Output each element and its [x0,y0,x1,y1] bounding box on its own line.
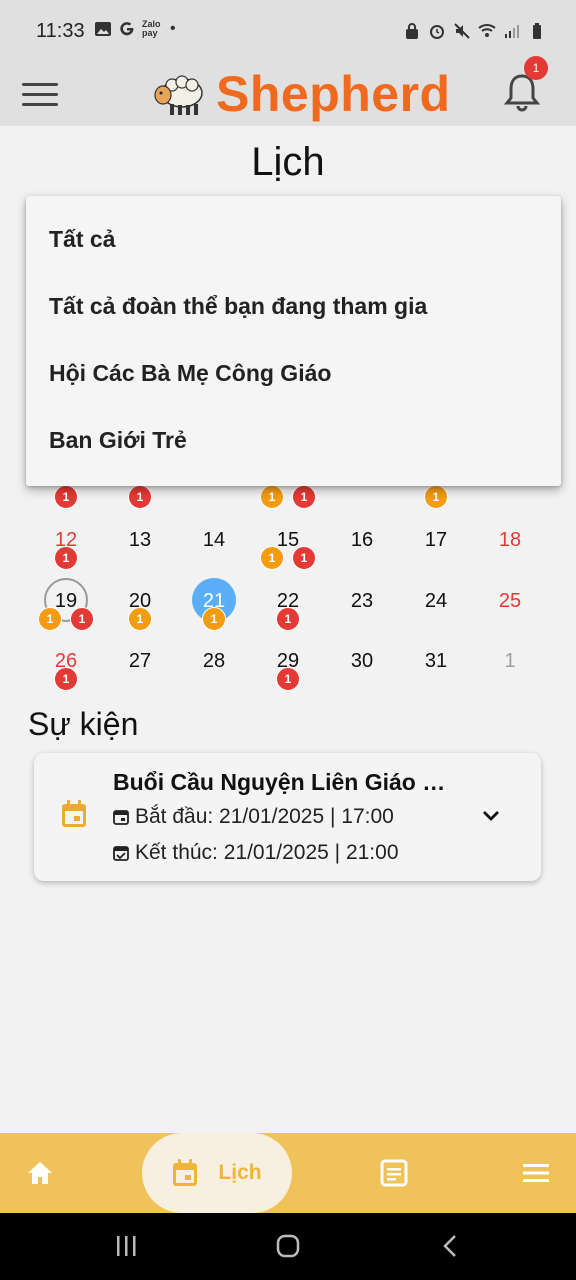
group-filter-menu: Tất cả Tất cả đoàn thể bạn đang tham gia… [26,196,561,486]
app-bar: Shepherd 1 [0,56,576,126]
calendar-day-next-month[interactable]: 1 [480,650,540,673]
event-badge: 1 [128,607,152,631]
calendar-day[interactable]: 31 [406,650,466,673]
event-start-icon [113,810,129,825]
filter-option-my-groups[interactable]: Tất cả đoàn thể bạn đang tham gia [26,273,561,340]
status-time: 11:33 [36,20,85,42]
nav-calendar-active[interactable]: Lịch [142,1133,292,1213]
nav-posts[interactable] [378,1133,410,1213]
event-badge: 1 [128,485,152,509]
event-badge: 1 [202,607,226,631]
mute-icon [454,23,470,39]
home-button-icon[interactable] [275,1233,301,1259]
filter-option-all[interactable]: Tất cả [26,206,561,273]
menu-line [22,82,58,86]
wifi-icon [478,24,496,37]
back-icon[interactable] [440,1233,460,1259]
event-badge: 1 [292,485,316,509]
page-title: Lịch [251,140,325,184]
filter-option-youth-group[interactable]: Ban Giới Trẻ [26,407,561,474]
event-end-icon [113,846,129,861]
home-icon [28,1162,52,1184]
calendar-day[interactable]: 13 [110,529,170,552]
event-badge: 1 [276,667,300,691]
gallery-icon [95,22,111,36]
calendar-icon [62,800,86,827]
event-start: Bắt đầu: 21/01/2025 | 17:00 [135,805,394,828]
status-bar: 11:33 Zalo pay • [0,0,576,62]
calendar-icon [173,1159,198,1186]
signal-icon [505,25,519,38]
calendar-day[interactable]: 16 [332,529,392,552]
alarm-icon [430,25,444,39]
event-badge: 1 [54,546,78,570]
chevron-down-icon[interactable] [480,805,502,827]
event-title: Buổi Cầu Nguyện Liên Giáo Xứ [113,769,453,795]
event-end: Kết thúc: 21/01/2025 | 21:00 [135,841,399,864]
event-end-row: Kết thúc: 21/01/2025 | 21:00 [113,841,399,865]
brand-name: Shepherd [216,66,451,122]
menu-line [22,102,58,106]
recent-apps-icon[interactable] [114,1233,138,1259]
nav-calendar-label: Lịch [218,1161,262,1184]
lock-icon [406,23,418,39]
status-system-icons [403,22,546,40]
calendar-day[interactable]: 28 [184,650,244,673]
event-badge: 1 [260,546,284,570]
event-badge: 1 [54,485,78,509]
event-badge: 1 [70,607,94,631]
event-card[interactable]: Buổi Cầu Nguyện Liên Giáo Xứ Bắt đầu: 21… [34,753,541,881]
article-icon [380,1159,408,1187]
nav-home[interactable] [20,1133,60,1213]
events-heading: Sự kiện [28,706,139,742]
menu-line [22,92,58,96]
event-badge: 1 [260,485,284,509]
calendar-day[interactable]: 27 [110,650,170,673]
nav-menu[interactable] [520,1133,552,1213]
notification-badge: 1 [524,56,548,80]
calendar-day[interactable]: 23 [332,590,392,613]
event-start-row: Bắt đầu: 21/01/2025 | 17:00 [113,805,394,829]
event-badge: 1 [276,607,300,631]
calendar-day[interactable]: 25 [480,590,540,613]
calendar-day[interactable]: 30 [332,650,392,673]
sheep-logo-icon [154,75,203,115]
battery-icon [533,23,541,39]
status-notification-icons: Zalo pay • [94,20,176,38]
zalo-pay-icon: Zalo pay [142,19,161,38]
calendar-day[interactable]: 14 [184,529,244,552]
hamburger-menu-button[interactable] [22,76,58,112]
filter-option-mothers-association[interactable]: Hội Các Bà Mẹ Công Giáo [26,340,561,407]
system-navigation-bar [0,1213,576,1280]
calendar-day[interactable]: 18 [480,529,540,552]
calendar-day[interactable]: 24 [406,590,466,613]
event-badge: 1 [54,667,78,691]
menu-icon [523,1164,549,1182]
bottom-navigation: Lịch [0,1133,576,1213]
google-icon [120,22,134,36]
calendar-day[interactable]: 17 [406,529,466,552]
status-dot: • [170,20,176,37]
event-badge: 1 [292,546,316,570]
event-badge: 1 [38,607,62,631]
event-badge: 1 [424,485,448,509]
brand: Shepherd [152,62,451,126]
